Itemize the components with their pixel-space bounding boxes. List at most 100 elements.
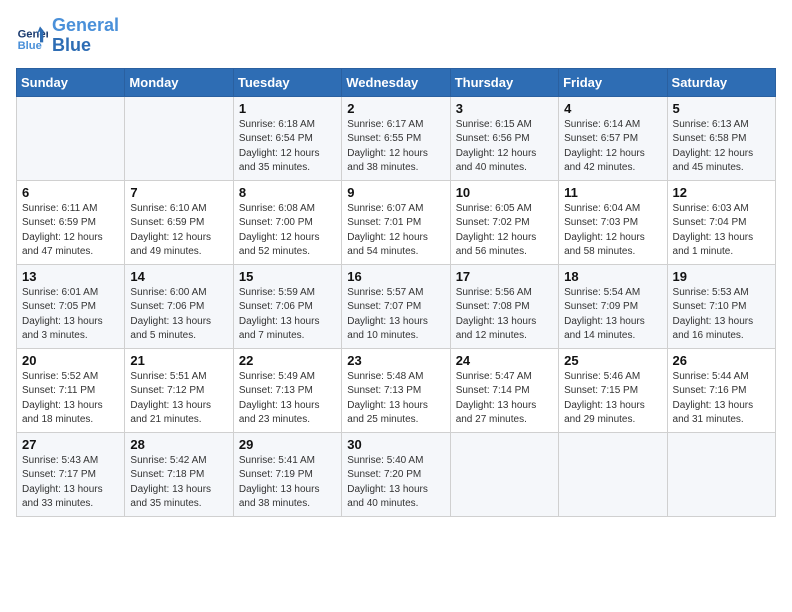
calendar-day-cell: 8Sunrise: 6:08 AM Sunset: 7:00 PM Daylig… [233,180,341,264]
day-number: 26 [673,353,770,368]
day-info: Sunrise: 5:42 AM Sunset: 7:18 PM Dayligh… [130,454,227,512]
day-number: 16 [347,269,444,284]
calendar-day-cell: 23 Sunrise: 5:48 AM Sunset: 7:13 PM Dayli… [342,348,450,432]
calendar-day-cell: 13 Sunrise: 6:01 AM Sunset: 7:05 PM Dayli… [17,264,125,348]
calendar-week-row: 6 Sunrise: 6:11 AM Sunset: 6:59 PM Daylig… [17,180,776,264]
calendar-day-cell: 5 Sunrise: 6:13 AM Sunset: 6:58 PM Daylig… [667,96,775,180]
calendar-day-cell: 4 Sunrise: 6:14 AM Sunset: 6:57 PM Daylig… [559,96,667,180]
logo: General Blue GeneralBlue [16,16,119,56]
weekday-header-cell: Wednesday [342,68,450,96]
calendar-day-cell: 6 Sunrise: 6:11 AM Sunset: 6:59 PM Daylig… [17,180,125,264]
calendar-day-cell: 22 Sunrise: 5:49 AM Sunset: 7:13 PM Dayli… [233,348,341,432]
day-info: Sunrise: 6:14 AM Sunset: 6:57 PM Dayligh… [564,118,661,176]
day-info: Sunrise: 6:17 AM Sunset: 6:55 PM Dayligh… [347,118,444,176]
day-number: 27 [22,437,119,452]
day-info: Sunrise: 6:01 AM Sunset: 7:05 PM Dayligh… [22,286,119,344]
calendar-day-cell [559,432,667,516]
day-info: Sunrise: 5:47 AM Sunset: 7:14 PM Dayligh… [456,370,553,428]
calendar-day-cell [17,96,125,180]
day-number: 19 [673,269,770,284]
calendar-day-cell: 18 Sunrise: 5:54 AM Sunset: 7:09 PM Dayli… [559,264,667,348]
calendar-day-cell: 1 Sunrise: 6:18 AM Sunset: 6:54 PM Daylig… [233,96,341,180]
day-number: 12 [673,185,770,200]
calendar-week-row: 1 Sunrise: 6:18 AM Sunset: 6:54 PM Daylig… [17,96,776,180]
day-info: Sunrise: 5:40 AM Sunset: 7:20 PM Dayligh… [347,454,444,512]
day-number: 20 [22,353,119,368]
day-info: Sunrise: 5:56 AM Sunset: 7:08 PM Dayligh… [456,286,553,344]
day-info: Sunrise: 6:10 AM Sunset: 6:59 PM Dayligh… [130,202,227,260]
day-number: 28 [130,437,227,452]
page-header: General Blue GeneralBlue [16,16,776,56]
calendar-day-cell: 11Sunrise: 6:04 AM Sunset: 7:03 PM Dayli… [559,180,667,264]
day-info: Sunrise: 5:48 AM Sunset: 7:13 PM Dayligh… [347,370,444,428]
day-info: Sunrise: 6:05 AM Sunset: 7:02 PM Dayligh… [456,202,553,260]
calendar-day-cell: 25 Sunrise: 5:46 AM Sunset: 7:15 PM Dayli… [559,348,667,432]
calendar-day-cell: 16 Sunrise: 5:57 AM Sunset: 7:07 PM Dayli… [342,264,450,348]
day-number: 17 [456,269,553,284]
calendar-day-cell: 3 Sunrise: 6:15 AM Sunset: 6:56 PM Daylig… [450,96,558,180]
day-number: 25 [564,353,661,368]
day-number: 6 [22,185,119,200]
day-info: Sunrise: 5:49 AM Sunset: 7:13 PM Dayligh… [239,370,336,428]
day-number: 29 [239,437,336,452]
day-info: Sunrise: 5:59 AM Sunset: 7:06 PM Dayligh… [239,286,336,344]
calendar-day-cell: 21Sunrise: 5:51 AM Sunset: 7:12 PM Dayli… [125,348,233,432]
calendar-day-cell: 9Sunrise: 6:07 AM Sunset: 7:01 PM Daylig… [342,180,450,264]
day-number: 13 [22,269,119,284]
day-number: 30 [347,437,444,452]
calendar-day-cell: 28 Sunrise: 5:42 AM Sunset: 7:18 PM Dayli… [125,432,233,516]
logo-text: GeneralBlue [52,16,119,56]
logo-icon: General Blue [16,20,48,52]
calendar-week-row: 13 Sunrise: 6:01 AM Sunset: 7:05 PM Dayli… [17,264,776,348]
weekday-header-cell: Sunday [17,68,125,96]
day-info: Sunrise: 5:46 AM Sunset: 7:15 PM Dayligh… [564,370,661,428]
day-info: Sunrise: 5:57 AM Sunset: 7:07 PM Dayligh… [347,286,444,344]
calendar-day-cell: 14 Sunrise: 6:00 AM Sunset: 7:06 PM Dayli… [125,264,233,348]
day-number: 18 [564,269,661,284]
day-number: 15 [239,269,336,284]
day-info: Sunrise: 6:07 AM Sunset: 7:01 PM Dayligh… [347,202,444,260]
calendar-day-cell [125,96,233,180]
day-number: 22 [239,353,336,368]
day-info: Sunrise: 5:43 AM Sunset: 7:17 PM Dayligh… [22,454,119,512]
calendar-week-row: 27 Sunrise: 5:43 AM Sunset: 7:17 PM Dayli… [17,432,776,516]
calendar-day-cell: 24Sunrise: 5:47 AM Sunset: 7:14 PM Dayli… [450,348,558,432]
day-info: Sunrise: 5:52 AM Sunset: 7:11 PM Dayligh… [22,370,119,428]
weekday-header-cell: Thursday [450,68,558,96]
weekday-header-row: SundayMondayTuesdayWednesdayThursdayFrid… [17,68,776,96]
day-info: Sunrise: 6:15 AM Sunset: 6:56 PM Dayligh… [456,118,553,176]
weekday-header-cell: Monday [125,68,233,96]
calendar-day-cell: 17 Sunrise: 5:56 AM Sunset: 7:08 PM Dayli… [450,264,558,348]
calendar-day-cell: 27 Sunrise: 5:43 AM Sunset: 7:17 PM Dayli… [17,432,125,516]
calendar-week-row: 20 Sunrise: 5:52 AM Sunset: 7:11 PM Dayli… [17,348,776,432]
day-info: Sunrise: 5:53 AM Sunset: 7:10 PM Dayligh… [673,286,770,344]
calendar-day-cell: 12 Sunrise: 6:03 AM Sunset: 7:04 PM Dayli… [667,180,775,264]
day-info: Sunrise: 6:18 AM Sunset: 6:54 PM Dayligh… [239,118,336,176]
weekday-header-cell: Tuesday [233,68,341,96]
day-info: Sunrise: 6:00 AM Sunset: 7:06 PM Dayligh… [130,286,227,344]
weekday-header-cell: Saturday [667,68,775,96]
calendar-day-cell [667,432,775,516]
calendar-day-cell: 29Sunrise: 5:41 AM Sunset: 7:19 PM Dayli… [233,432,341,516]
day-number: 23 [347,353,444,368]
calendar-day-cell: 19 Sunrise: 5:53 AM Sunset: 7:10 PM Dayli… [667,264,775,348]
day-number: 14 [130,269,227,284]
calendar-body: 1 Sunrise: 6:18 AM Sunset: 6:54 PM Daylig… [17,96,776,516]
day-number: 1 [239,101,336,116]
day-number: 4 [564,101,661,116]
day-info: Sunrise: 6:11 AM Sunset: 6:59 PM Dayligh… [22,202,119,260]
weekday-header-cell: Friday [559,68,667,96]
day-info: Sunrise: 6:13 AM Sunset: 6:58 PM Dayligh… [673,118,770,176]
svg-text:Blue: Blue [18,40,42,52]
calendar-day-cell: 30 Sunrise: 5:40 AM Sunset: 7:20 PM Dayli… [342,432,450,516]
day-number: 11 [564,185,661,200]
day-info: Sunrise: 6:03 AM Sunset: 7:04 PM Dayligh… [673,202,770,260]
svg-text:General: General [18,28,48,40]
day-number: 3 [456,101,553,116]
calendar-table: SundayMondayTuesdayWednesdayThursdayFrid… [16,68,776,517]
day-number: 8 [239,185,336,200]
calendar-day-cell: 20 Sunrise: 5:52 AM Sunset: 7:11 PM Dayli… [17,348,125,432]
day-number: 5 [673,101,770,116]
day-info: Sunrise: 5:54 AM Sunset: 7:09 PM Dayligh… [564,286,661,344]
calendar-day-cell [450,432,558,516]
